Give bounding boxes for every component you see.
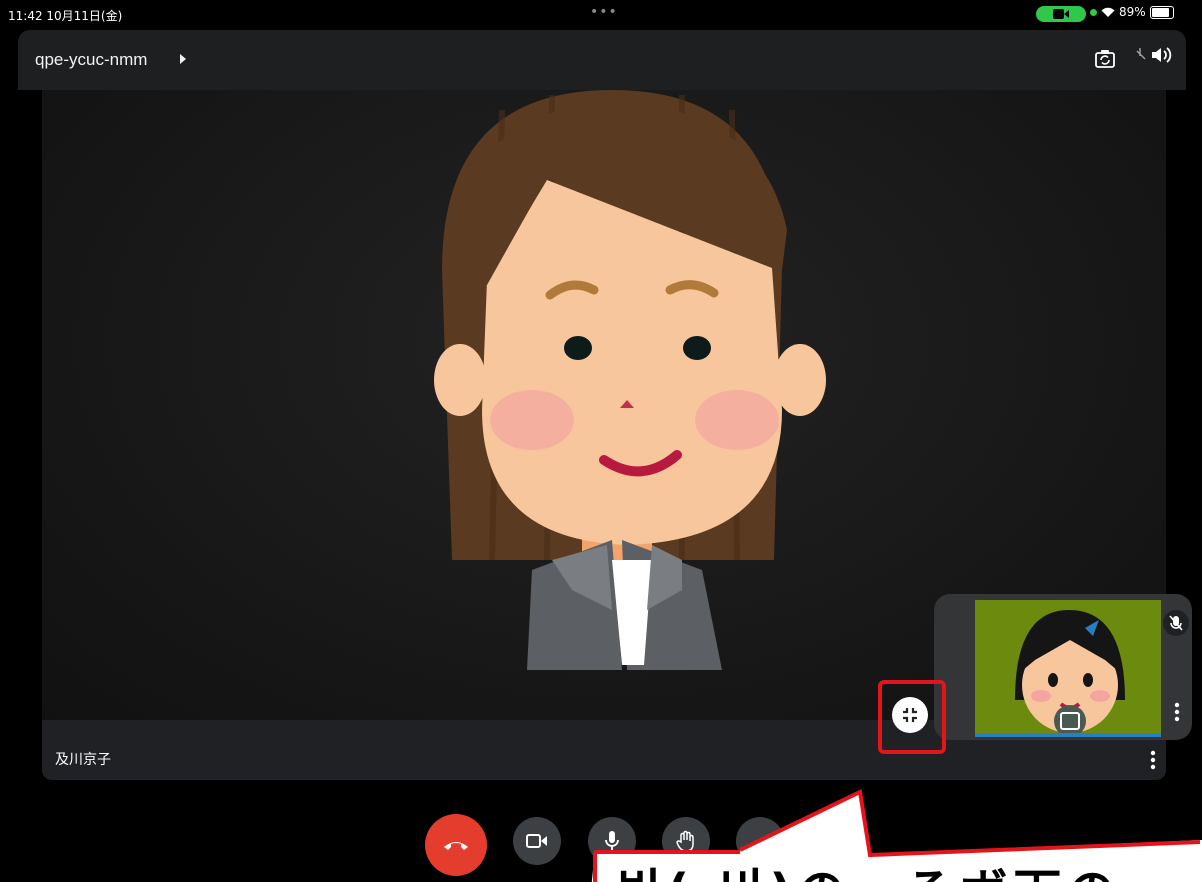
self-more-vert-icon[interactable] <box>1174 702 1180 722</box>
callout-text: 빈(·비)の るボ下の <box>617 862 1121 882</box>
end-call-icon <box>444 842 468 850</box>
battery-percent: 89% <box>1119 5 1146 19</box>
self-view-tile[interactable] <box>934 594 1192 740</box>
recording-dot-icon <box>1090 8 1097 16</box>
participant-avatar-illustration <box>434 90 826 670</box>
battery-icon <box>1149 5 1174 19</box>
more-vert-icon[interactable] <box>1150 750 1156 770</box>
camera-button[interactable] <box>513 817 561 865</box>
mic-off-icon <box>1163 610 1189 636</box>
highlight-box <box>878 680 946 754</box>
meeting-code[interactable]: qpe-ycuc-nmm <box>35 50 147 70</box>
meet-screen: 11:42 10月11日(金) ••• 89% qpe-ycuc-nmm 及川京… <box>0 0 1202 882</box>
wifi-icon <box>1101 7 1115 17</box>
speaker-icon[interactable] <box>1134 44 1174 66</box>
camera-icon <box>526 834 547 848</box>
status-right: 89% <box>1090 5 1174 19</box>
self-avatar-illustration <box>975 600 1161 737</box>
switch-camera-icon[interactable] <box>1094 48 1116 70</box>
status-bar: 11:42 10月11日(金) ••• 89% <box>0 0 1202 30</box>
participant-name: 及川京子 <box>55 752 111 768</box>
self-view-video <box>975 600 1161 737</box>
camera-indicator-icon <box>1036 6 1086 22</box>
multitasking-dots[interactable]: ••• <box>590 4 618 20</box>
meeting-header: qpe-ycuc-nmm <box>18 30 1186 90</box>
end-call-button[interactable] <box>425 814 487 876</box>
status-time: 11:42 10月11日(金) <box>8 9 123 23</box>
meeting-details-caret-icon[interactable] <box>180 54 186 64</box>
